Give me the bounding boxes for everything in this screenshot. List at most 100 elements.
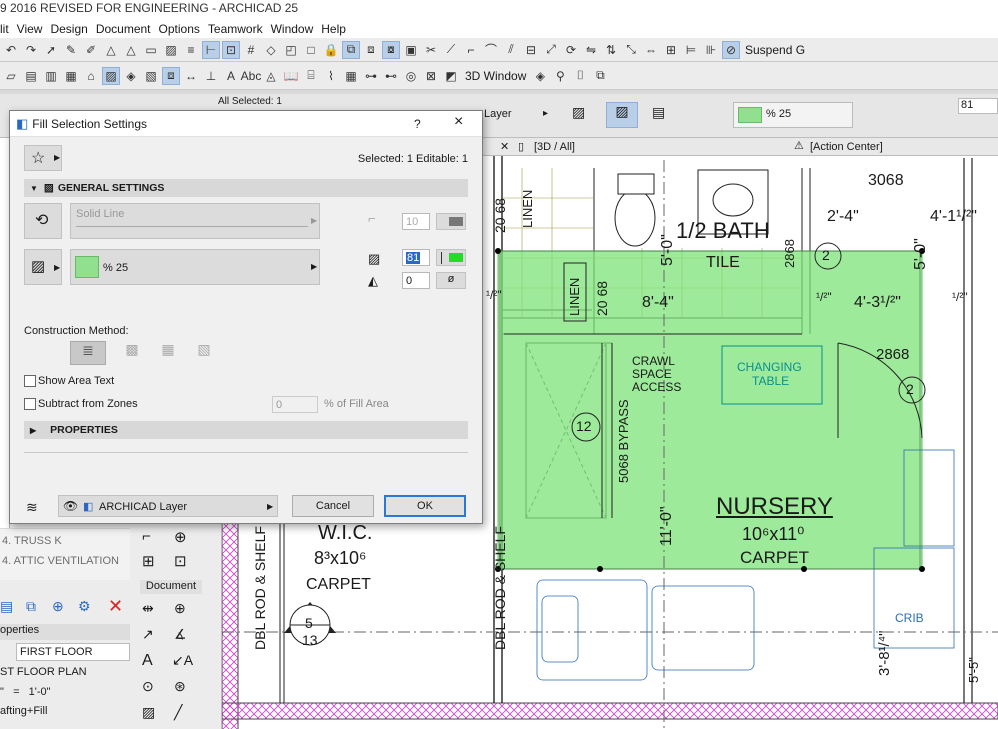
radial-dim-icon[interactable]: ↗ (142, 626, 154, 643)
line-type-picker[interactable]: Solid Line ▶ (70, 203, 320, 239)
zone-stamp-icon[interactable]: ⊛ (174, 678, 186, 695)
slab-icon[interactable]: ▦ (62, 67, 80, 85)
properties-header[interactable]: ▶ PROPERTIES (24, 421, 468, 439)
tab-3d-all[interactable]: [3D / All] (534, 141, 575, 153)
camera-icon[interactable]: ⌷ (571, 67, 589, 85)
fill-icon[interactable]: ▨ (142, 704, 155, 721)
elevate-icon[interactable]: ⇅ (602, 41, 620, 59)
fill-fg-pen-field[interactable]: 81 (402, 249, 430, 266)
new-view-icon[interactable]: ▤ (0, 598, 13, 615)
level-dim-icon[interactable]: ⊕ (174, 600, 186, 617)
zone-icon[interactable]: ▧ (142, 67, 160, 85)
render-icon[interactable]: ◈ (531, 67, 549, 85)
menu-options[interactable]: Options (159, 20, 200, 38)
section-icon[interactable]: ⊶ (362, 67, 380, 85)
trim-icon[interactable]: ⟋ (442, 41, 460, 59)
morph-icon[interactable]: ◬ (262, 67, 280, 85)
settings-icon[interactable]: ⚙ (78, 598, 91, 615)
redo-icon[interactable]: ↷ (22, 41, 40, 59)
ungroup-icon[interactable]: ⧈ (362, 41, 380, 59)
close-tab-icon[interactable]: ✕ (500, 140, 509, 153)
book-icon[interactable]: 📖 (282, 67, 300, 85)
fill-bg-transparent[interactable]: ø (436, 272, 466, 289)
drag-icon[interactable]: ⤢ (542, 41, 560, 59)
label-icon[interactable]: ↙A (172, 652, 193, 669)
frame-icon[interactable]: ▣ (402, 41, 420, 59)
elevation-icon[interactable]: ⊷ (382, 67, 400, 85)
line-icon[interactable]: ╱ (174, 704, 182, 721)
eyedropper-icon[interactable]: ✎ (62, 41, 80, 59)
construction-cut-icon[interactable]: ▩ (114, 341, 150, 365)
offset-icon[interactable]: ⫽ (502, 41, 520, 59)
add-folder-icon[interactable]: ⊕ (52, 598, 64, 615)
lamp-icon[interactable]: ⊕ (174, 528, 187, 546)
stretch-icon[interactable]: ⇔ (642, 41, 660, 59)
resize-icon[interactable]: ⤡ (622, 41, 640, 59)
roof-icon[interactable]: ⌂ (82, 67, 100, 85)
help-button[interactable]: ? (414, 117, 421, 131)
label-icon[interactable]: Abc (241, 67, 262, 85)
box-icon[interactable]: □ (302, 41, 320, 59)
clone-view-icon[interactable]: ⧉ (26, 598, 36, 615)
fill-pattern-picker[interactable]: % 25 ▶ (70, 249, 320, 285)
action-center-icon[interactable]: ⚠ (794, 139, 804, 152)
layer-icon[interactable]: ◰ (282, 41, 300, 59)
line-type-button[interactable]: ⟲ (24, 203, 62, 239)
rotate-icon[interactable]: ⟳ (562, 41, 580, 59)
align-icon[interactable]: ⊨ (682, 41, 700, 59)
delete-icon[interactable]: ✕ (108, 596, 123, 617)
fill-type-icon[interactable]: ▨ (572, 104, 592, 124)
construction-drafting-icon[interactable]: ≣ (70, 341, 106, 365)
line-pen-field[interactable]: 10 (402, 213, 430, 230)
lines-icon[interactable]: ≡ (182, 41, 200, 59)
triangle-icon[interactable]: △ (102, 41, 120, 59)
eraser-icon[interactable]: ◇ (262, 41, 280, 59)
pen-value-field[interactable]: 81 (958, 98, 998, 114)
syringe-icon[interactable]: ✐ (82, 41, 100, 59)
beam-icon[interactable]: ▥ (42, 67, 60, 85)
lock-icon[interactable]: 🔒 (322, 41, 340, 59)
publish-icon[interactable]: ⧉ (591, 67, 609, 85)
dimension-icon[interactable]: ↔ (182, 67, 200, 85)
view-icon[interactable]: ⧈ (162, 66, 180, 85)
scissors-icon[interactable]: ✂ (422, 41, 440, 59)
fill-picker[interactable]: % 25 (733, 102, 853, 128)
distribute-icon[interactable]: ⊪ (702, 41, 720, 59)
chevron-right-icon[interactable]: ▸ (543, 108, 548, 119)
marker-icon[interactable]: ⊙ (142, 678, 154, 695)
railing-icon[interactable]: ⌇ (322, 67, 340, 85)
fill-fg-pen-color[interactable] (436, 249, 466, 266)
subtract-zones-checkbox[interactable] (24, 398, 36, 410)
camera-icon[interactable]: ⊡ (174, 552, 187, 570)
favorites-button[interactable]: ☆ ▶ (24, 145, 62, 171)
join-icon[interactable]: ⌐ (462, 41, 480, 59)
detail-icon[interactable]: ◎ (402, 67, 420, 85)
3d-window-label[interactable]: 3D Window (462, 69, 529, 83)
image-icon[interactable]: ⊞ (142, 552, 155, 570)
group-icon[interactable]: ⧉ (342, 40, 360, 59)
menu-teamwork[interactable]: Teamwork (208, 20, 263, 38)
menu-document[interactable]: Document (96, 20, 151, 38)
level-icon[interactable]: ⊥ (202, 67, 220, 85)
cancel-button[interactable]: Cancel (292, 495, 374, 517)
suspend-groups-label[interactable]: Suspend G (742, 43, 808, 57)
menu-view[interactable]: View (17, 20, 43, 38)
object-icon[interactable]: ⌐ (142, 528, 151, 545)
matrix-icon[interactable]: ⊞ (662, 41, 680, 59)
wall-icon[interactable]: ▱ (2, 67, 20, 85)
layer-picker[interactable]: 👁 ◧ ARCHICAD Layer ▶ (58, 495, 278, 517)
dimension-icon[interactable]: ⇹ (142, 600, 154, 617)
fill-orientation-icon[interactable]: ▤ (652, 104, 665, 121)
column-icon[interactable]: ▤ (22, 67, 40, 85)
fill-pattern-icon[interactable]: ▨ (606, 102, 638, 128)
construction-cover-icon[interactable]: ▦ (150, 341, 186, 365)
undo-icon[interactable]: ↶ (2, 41, 20, 59)
ok-button[interactable]: OK (384, 495, 466, 517)
snap-icon[interactable]: ⊡ (222, 40, 240, 59)
triangle-icon[interactable]: △ (122, 41, 140, 59)
guide-icon[interactable]: ⊢ (202, 40, 220, 59)
line-pen-color[interactable] (436, 213, 466, 230)
ruler-icon[interactable]: ▭ (142, 41, 160, 59)
mesh-icon[interactable]: ◈ (122, 67, 140, 85)
general-settings-header[interactable]: ▼ ▨ GENERAL SETTINGS (24, 179, 468, 197)
